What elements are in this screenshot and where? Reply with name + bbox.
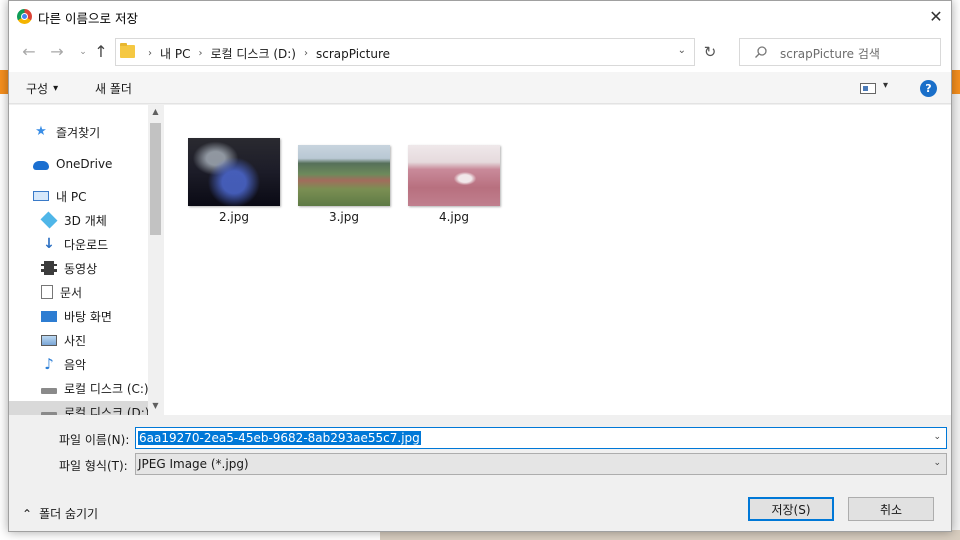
navigation-pane: ★ 즐겨찾기 OneDrive 내 PC 3D 개체 ↓ 다운로드 동영상 문서	[9, 105, 163, 415]
file-name: 4.jpg	[438, 210, 470, 224]
view-dropdown-icon[interactable]: ▾	[883, 80, 888, 91]
sidebar-item-desktop[interactable]: 바탕 화면	[41, 305, 112, 327]
file-item[interactable]: 3.jpg	[298, 145, 390, 224]
chevron-down-icon: ▾	[53, 83, 59, 94]
photo-icon	[41, 334, 57, 346]
file-list: 2.jpg 3.jpg 4.jpg	[164, 105, 951, 415]
search-input[interactable]: scrapPicture 검색	[739, 38, 941, 66]
sidebar-item-music[interactable]: ♪ 음악	[41, 353, 86, 375]
sidebar-item-label: 다운로드	[64, 237, 109, 252]
cube-icon	[40, 211, 58, 229]
sidebar-item-label: 로컬 디스크 (C:)	[64, 381, 149, 396]
cloud-icon	[33, 161, 49, 170]
sidebar-item-documents[interactable]: 문서	[41, 281, 82, 303]
view-options-icon[interactable]	[860, 83, 876, 94]
address-dropdown-icon[interactable]: ⌄	[678, 45, 686, 56]
drive-icon	[41, 387, 57, 394]
sidebar-item-label: 즐겨찾기	[56, 125, 101, 140]
recent-locations-button[interactable]: ⌄	[73, 42, 93, 62]
breadcrumb-separator[interactable]: ›	[304, 48, 308, 59]
filename-field[interactable]: 6aa19270-2ea5-45eb-9682-8ab293ae55c7.jpg…	[135, 427, 947, 449]
refresh-button[interactable]: ↻	[699, 38, 721, 66]
file-thumbnail	[408, 145, 500, 206]
filetype-label: 파일 형식(T):	[59, 459, 128, 473]
sidebar-item-favorites[interactable]: ★ 즐겨찾기	[33, 121, 100, 143]
search-icon	[755, 46, 767, 58]
sidebar-item-3d-objects[interactable]: 3D 개체	[40, 209, 107, 231]
sidebar-item-label: 로컬 디스크 (D:)	[64, 405, 150, 416]
sidebar-scrollbar[interactable]: ▲ ▼	[148, 105, 163, 415]
file-item[interactable]: 2.jpg	[188, 138, 280, 224]
sidebar-item-label: 바탕 화면	[64, 309, 112, 324]
sidebar-item-label: 내 PC	[56, 189, 87, 204]
sidebar-item-label: 3D 개체	[64, 213, 107, 228]
breadcrumb-separator[interactable]: ›	[198, 48, 202, 59]
chrome-icon	[17, 9, 32, 24]
filename-dropdown-icon[interactable]: ⌄	[933, 432, 941, 442]
download-icon: ↓	[43, 236, 55, 252]
sidebar-item-local-disk-d[interactable]: 로컬 디스크 (D:)	[9, 401, 150, 416]
breadcrumb-item-scrappicture[interactable]: scrapPicture	[316, 47, 390, 61]
sidebar-item-label: 문서	[60, 285, 83, 300]
file-name: 3.jpg	[328, 210, 360, 224]
breadcrumb-item-local-disk-d[interactable]: 로컬 디스크 (D:)	[210, 45, 295, 62]
sidebar-item-label: 사진	[64, 333, 87, 348]
forward-button[interactable]: →	[47, 42, 67, 62]
desktop-icon	[41, 310, 57, 322]
sidebar-item-downloads[interactable]: ↓ 다운로드	[41, 233, 108, 255]
up-button[interactable]: ↑	[91, 42, 111, 62]
command-toolbar: 구성 ▾ 새 폴더 ▾ ?	[9, 72, 951, 104]
breadcrumb-separator: ›	[148, 48, 152, 59]
save-as-dialog: 다른 이름으로 저장 ✕ ← → ⌄ ↑ › 내 PC › 로컬 디스크 (D:…	[8, 0, 952, 532]
file-item[interactable]: 4.jpg	[408, 145, 500, 224]
help-button[interactable]: ?	[920, 80, 937, 97]
sidebar-item-label: 음악	[64, 357, 87, 372]
file-thumbnail	[188, 138, 280, 206]
filetype-select[interactable]: JPEG Image (*.jpg) ⌄	[135, 453, 947, 475]
back-button[interactable]: ←	[19, 42, 39, 62]
star-icon: ★	[35, 124, 47, 139]
sidebar-item-label: OneDrive	[56, 157, 113, 171]
computer-icon	[33, 191, 49, 201]
address-bar[interactable]: › 내 PC › 로컬 디스크 (D:) › scrapPicture ⌄	[115, 38, 695, 66]
document-icon	[41, 285, 53, 299]
hide-folders-button[interactable]: ⌃ 폴더 숨기기	[22, 505, 98, 522]
folder-icon	[120, 43, 135, 58]
sidebar-item-pictures[interactable]: 사진	[41, 329, 86, 351]
hide-folders-label: 폴더 숨기기	[39, 507, 99, 521]
title-bar: 다른 이름으로 저장 ✕	[9, 1, 951, 32]
close-button[interactable]: ✕	[921, 1, 951, 32]
sidebar-item-label: 동영상	[64, 261, 98, 276]
new-folder-button[interactable]: 새 폴더	[95, 80, 132, 97]
scroll-down-icon[interactable]: ▼	[148, 401, 163, 413]
filetype-value: JPEG Image (*.jpg)	[138, 457, 249, 471]
save-button[interactable]: 저장(S)	[748, 497, 834, 521]
breadcrumb-item-my-pc[interactable]: 내 PC	[160, 45, 190, 62]
music-icon: ♪	[44, 355, 54, 373]
dialog-title: 다른 이름으로 저장	[38, 11, 138, 26]
close-icon: ✕	[929, 7, 943, 26]
file-name: 2.jpg	[218, 210, 250, 224]
filename-value[interactable]: 6aa19270-2ea5-45eb-9682-8ab293ae55c7.jpg	[138, 431, 421, 445]
video-icon	[41, 261, 57, 275]
breadcrumb: › 내 PC › 로컬 디스크 (D:) › scrapPicture	[140, 45, 390, 62]
sidebar-item-local-disk-c[interactable]: 로컬 디스크 (C:)	[41, 377, 149, 399]
scrollbar-thumb[interactable]	[150, 123, 161, 235]
filetype-dropdown-icon[interactable]: ⌄	[933, 458, 941, 468]
chevron-up-icon: ⌃	[22, 506, 33, 521]
save-form: 파일 이름(N): 6aa19270-2ea5-45eb-9682-8ab293…	[9, 415, 951, 531]
file-thumbnail	[298, 145, 390, 206]
navigation-bar: ← → ⌄ ↑ › 내 PC › 로컬 디스크 (D:) › scrapPict…	[9, 32, 951, 72]
cancel-button[interactable]: 취소	[848, 497, 934, 521]
organize-button[interactable]: 구성 ▾	[26, 80, 58, 97]
sidebar-item-my-pc[interactable]: 내 PC	[33, 185, 86, 207]
filename-label: 파일 이름(N):	[59, 433, 130, 447]
search-placeholder: scrapPicture 검색	[780, 47, 880, 61]
sidebar-item-videos[interactable]: 동영상	[41, 257, 97, 279]
organize-label: 구성	[26, 82, 49, 96]
refresh-icon: ↻	[703, 43, 717, 61]
scroll-up-icon[interactable]: ▲	[148, 107, 163, 119]
sidebar-item-onedrive[interactable]: OneDrive	[33, 153, 112, 175]
